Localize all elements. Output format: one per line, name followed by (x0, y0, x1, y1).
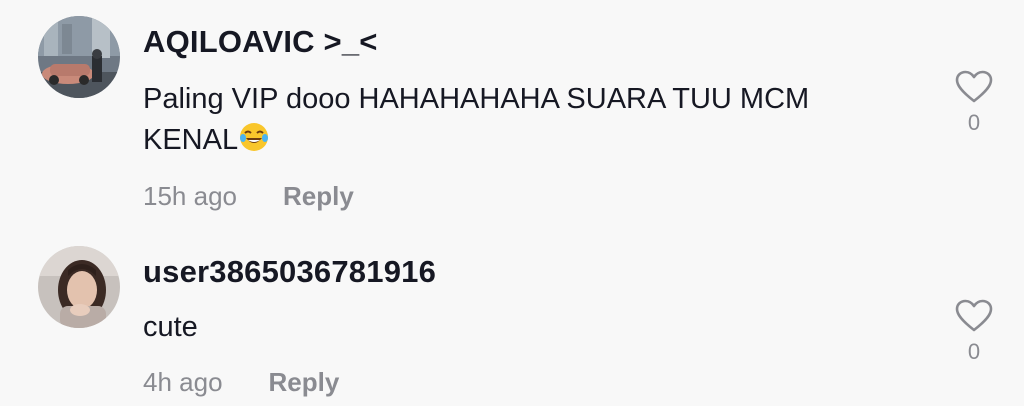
reply-button[interactable]: Reply (269, 367, 340, 397)
comment-username[interactable]: user3865036781916 (143, 254, 436, 290)
comment-timestamp: 15h ago (143, 181, 237, 211)
like-count: 0 (967, 339, 981, 364)
comment-text: cute (143, 311, 198, 343)
avatar[interactable] (38, 246, 120, 328)
face-with-tears-of-joy-icon (238, 121, 270, 165)
like-button[interactable]: 0 (952, 299, 996, 365)
reply-button[interactable]: Reply (283, 181, 354, 211)
comment-meta: 4h ago Reply (143, 367, 339, 398)
comment-list: AQILOAVIC >_< Paling VIP dooo HAHAHAHAHA… (0, 0, 1024, 406)
comment-username[interactable]: AQILOAVIC >_< (143, 24, 378, 60)
like-button[interactable]: 0 (952, 70, 996, 136)
like-count: 0 (967, 110, 981, 135)
comment-meta: 15h ago Reply (143, 181, 354, 212)
comment-timestamp: 4h ago (143, 367, 223, 397)
avatar[interactable] (38, 16, 120, 98)
heart-icon[interactable] (952, 299, 996, 333)
comment-text: Paling VIP dooo HAHAHAHAHA SUARA TUU MCM… (143, 79, 903, 165)
heart-icon[interactable] (952, 70, 996, 104)
